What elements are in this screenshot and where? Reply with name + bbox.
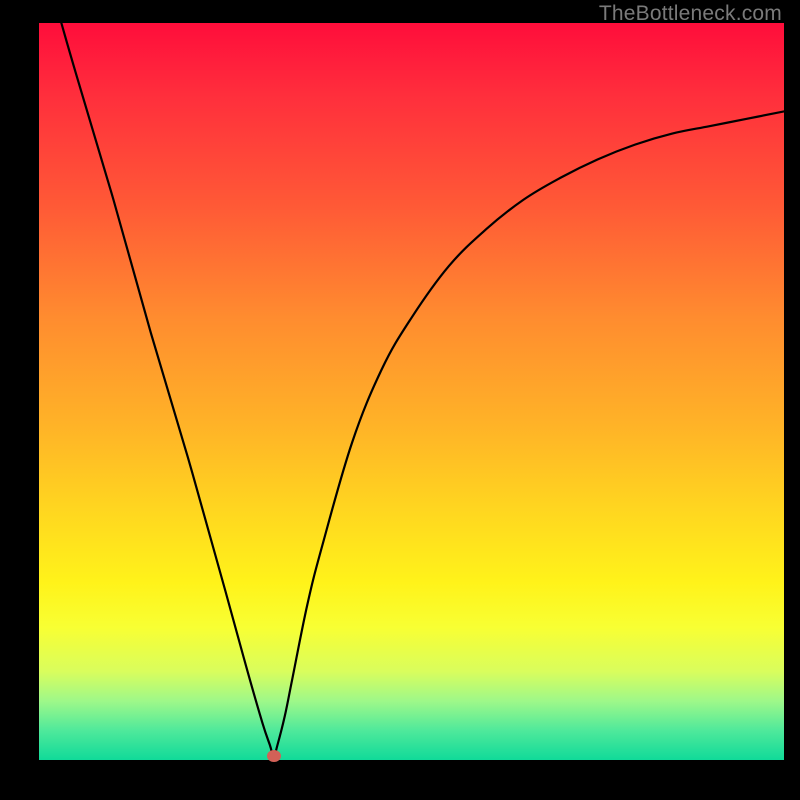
optimum-marker	[267, 750, 281, 762]
bottleneck-curve	[39, 23, 784, 760]
chart-frame: TheBottleneck.com	[0, 0, 800, 800]
plot-area	[39, 23, 784, 760]
